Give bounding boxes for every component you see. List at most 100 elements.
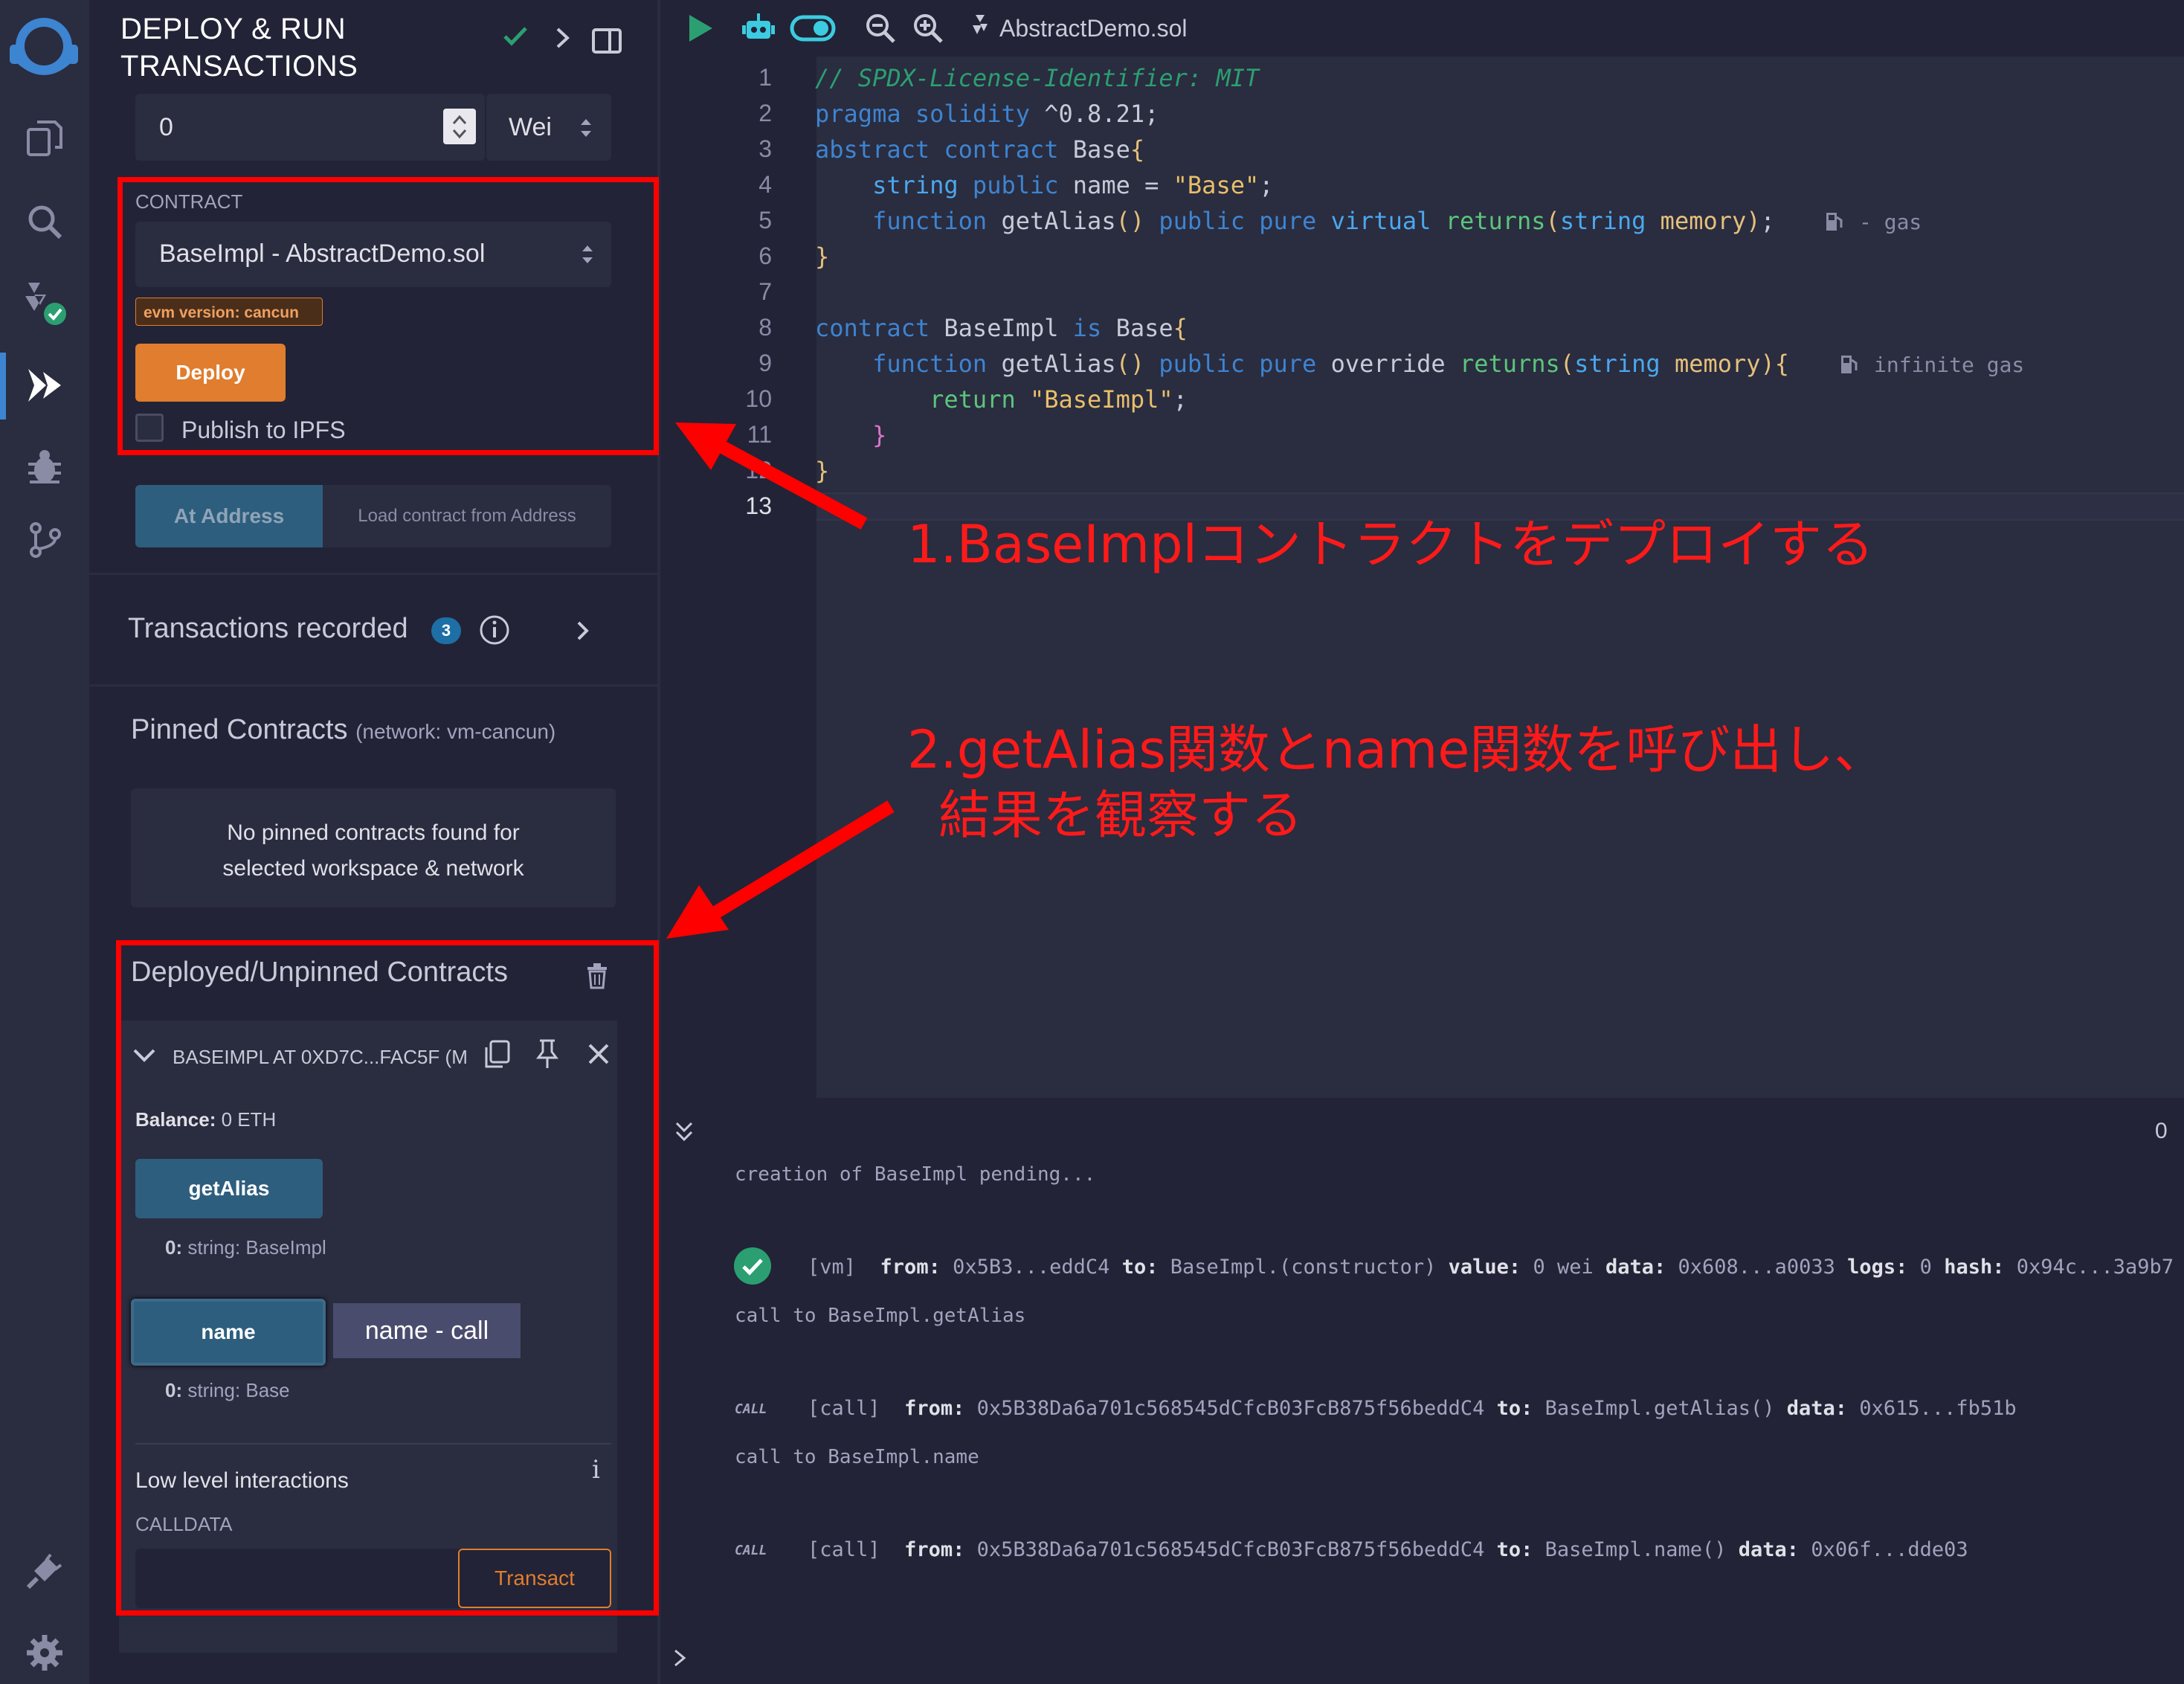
call-tag: CALL [735, 1543, 767, 1558]
code-line: string public name = "Base"; [872, 171, 1274, 199]
value-input[interactable]: 0 [135, 94, 485, 161]
tx-tag: [vm] [808, 1256, 857, 1279]
code-line: abstract contract Base{ [815, 135, 1145, 164]
line-number: 2 [758, 100, 772, 126]
line-number: 4 [758, 171, 772, 198]
panel-title-line2: TRANSACTIONS [120, 50, 358, 83]
gas-pump-icon [1840, 353, 1861, 379]
line-number: 8 [758, 314, 772, 341]
divider [89, 684, 657, 687]
run-play-icon[interactable] [687, 13, 714, 47]
line-number: 5 [758, 207, 772, 234]
code-line: // SPDX-License-Identifier: MIT [815, 64, 1260, 92]
tx-value-label: value: [1448, 1256, 1521, 1279]
line-number: 9 [758, 350, 772, 376]
active-plugin-indicator [0, 353, 6, 420]
call-to: BaseImpl.getAlias() [1544, 1397, 1775, 1420]
search-icon[interactable] [16, 193, 73, 250]
call-bracket: [call] [808, 1538, 880, 1561]
tx-hash: 0x94c...3a9b7 [2016, 1256, 2174, 1279]
call-data: 0x615...fb51b [1859, 1397, 2017, 1420]
file-explorer-icon[interactable] [16, 110, 73, 167]
highlight-deploy-frame [117, 177, 659, 455]
collapse-terminal-icon[interactable] [674, 1120, 695, 1148]
gas-pump-icon [1825, 210, 1846, 236]
arrow-to-deployed [666, 800, 895, 939]
pinned-contracts-title: Pinned Contracts (network: vm-cancun) [131, 714, 555, 746]
terminal-call-line[interactable]: [call] from: 0x5B38Da6a701c568545dCfcB03… [808, 1538, 1968, 1561]
call-to-label: to: [1496, 1538, 1533, 1561]
remix-logo-icon[interactable] [3, 10, 85, 85]
tx-hash-label: hash: [1944, 1256, 2005, 1279]
terminal-tx-line[interactable]: [vm] from: 0x5B3...eddC4 to: BaseImpl.(c… [808, 1256, 2174, 1279]
divider [89, 573, 657, 575]
tx-from-label: from: [880, 1256, 941, 1279]
zoom-out-icon[interactable] [864, 12, 897, 48]
call-from-label: from: [904, 1397, 965, 1420]
call-data-label: data: [1786, 1397, 1848, 1420]
tx-from: 0x5B3...eddC4 [953, 1256, 1110, 1279]
unit-select-value: Wei [509, 113, 552, 141]
toggle-switch-icon[interactable] [790, 15, 836, 45]
at-address-button[interactable]: At Address [135, 485, 323, 547]
terminal-line: call to BaseImpl.name [735, 1446, 979, 1468]
gas-estimate-hint: infinite gas [1874, 353, 2025, 377]
solidity-compiler-icon[interactable] [16, 275, 73, 332]
tx-logs: 0 [1919, 1256, 1932, 1279]
call-from: 0x5B38Da6a701c568545dCfcB03FcB875f56bedd… [976, 1397, 1485, 1420]
success-check-icon [733, 1247, 772, 1289]
pin-panel-icon[interactable] [592, 28, 622, 57]
unit-select[interactable]: Wei [486, 94, 611, 161]
pinned-title-text: Pinned Contracts [131, 714, 348, 745]
pinned-empty-box: No pinned contracts found for selected w… [131, 788, 616, 907]
call-to-label: to: [1496, 1397, 1533, 1420]
tx-data: 0x608...a0033 [1678, 1256, 1835, 1279]
terminal-header: 0 [660, 1098, 2184, 1165]
pinned-empty-line1: No pinned contracts found for [227, 820, 520, 845]
terminal-output [660, 1165, 2184, 1684]
terminal-call-line[interactable]: [call] from: 0x5B38Da6a701c568545dCfcB03… [808, 1397, 2017, 1420]
panel-title-line1: DEPLOY & RUN [120, 13, 347, 45]
select-arrows-icon [579, 115, 593, 145]
annotation-step1: 1.BaseImplコントラクトをデプロイする [907, 514, 1874, 575]
load-address-input[interactable]: Load contract from Address [323, 485, 611, 547]
solidity-file-icon [971, 13, 989, 45]
pinned-network-text: (network: vm-cancun) [355, 720, 556, 743]
code-line: pragma solidity ^0.8.21; [815, 100, 1159, 128]
info-icon[interactable] [479, 614, 510, 649]
settings-gear-icon[interactable] [16, 1624, 73, 1681]
transactions-count-badge: 3 [431, 617, 461, 644]
call-tag: CALL [735, 1401, 767, 1417]
code-line: } [815, 242, 830, 271]
chevron-right-icon[interactable] [576, 620, 590, 645]
annotation-step2-line2: 結果を観察する [938, 785, 1303, 846]
highlight-deployed-frame [116, 940, 659, 1616]
active-file-tab[interactable]: AbstractDemo.sol [999, 15, 1188, 42]
git-icon[interactable] [16, 512, 73, 568]
debugger-icon[interactable] [16, 439, 73, 495]
check-icon [503, 25, 528, 51]
code-line: function getAlias() public pure override… [872, 350, 1790, 378]
deploy-run-icon[interactable] [16, 357, 73, 414]
pinned-empty-line2: selected workspace & network [222, 856, 524, 881]
arrow-to-deploy [675, 422, 868, 530]
ai-robot-icon[interactable] [742, 12, 775, 48]
call-data-label: data: [1738, 1538, 1800, 1561]
tx-to-label: to: [1121, 1256, 1159, 1279]
tx-logs-label: logs: [1847, 1256, 1908, 1279]
value-stepper[interactable] [443, 109, 476, 144]
plugin-manager-icon[interactable] [16, 1543, 73, 1599]
line-number: 7 [758, 278, 772, 305]
terminal-line: call to BaseImpl.getAlias [735, 1305, 1026, 1327]
code-line: function getAlias() public pure virtual … [872, 207, 1775, 235]
terminal-line: creation of BaseImpl pending... [735, 1163, 1096, 1186]
terminal-prompt-icon[interactable] [672, 1647, 689, 1673]
annotation-step2-line1: 2.getAlias関数とname関数を呼び出し、 [907, 719, 1887, 780]
chevron-right-icon[interactable] [555, 27, 571, 53]
call-data: 0x06f...dde03 [1811, 1538, 1968, 1561]
code-line: contract BaseImpl is Base{ [815, 314, 1188, 342]
value-input-text: 0 [159, 113, 173, 141]
line-number: 6 [758, 242, 772, 269]
zoom-in-icon[interactable] [912, 12, 944, 48]
gas-estimate-hint: - gas [1859, 210, 1922, 234]
